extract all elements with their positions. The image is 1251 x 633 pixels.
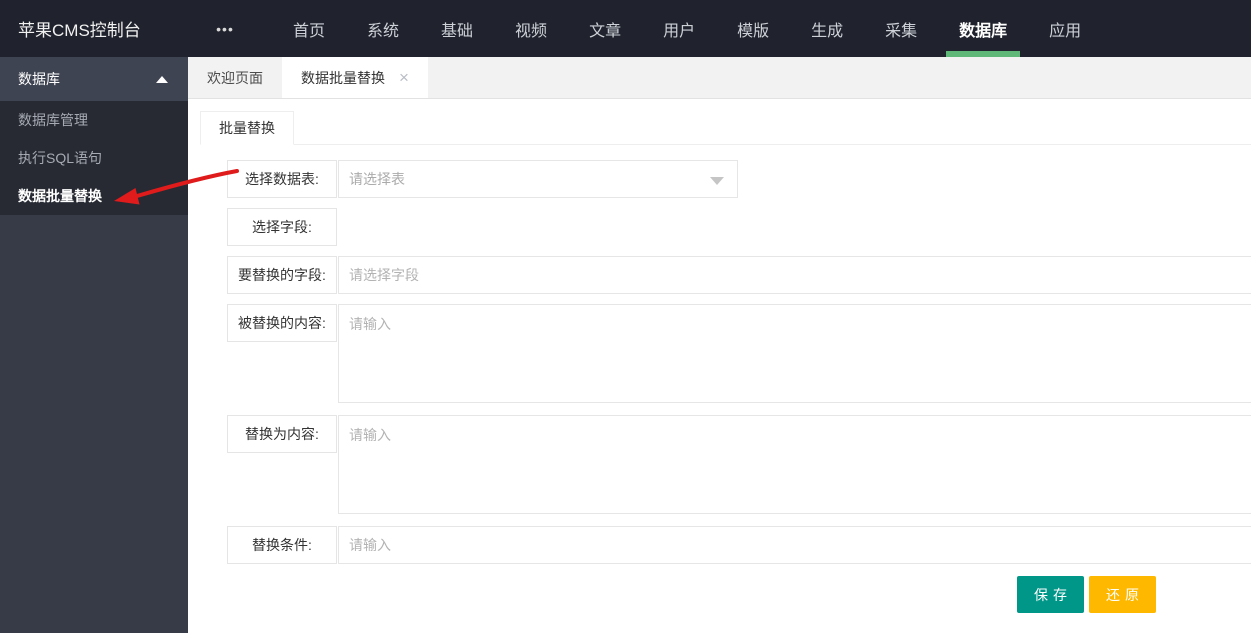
choose-fields-label: 选择字段: <box>227 208 337 246</box>
panel-tab-bar: 批量替换 <box>200 111 1251 145</box>
nav-item-video[interactable]: 视频 <box>494 0 568 57</box>
caret-up-icon <box>156 75 168 83</box>
select-table-label: 选择数据表: <box>227 160 337 198</box>
more-horizontal-icon[interactable]: ••• <box>188 0 262 57</box>
form-row-replaced-content: 被替换的内容: <box>227 304 1251 403</box>
caret-down-icon <box>710 177 724 185</box>
restore-button[interactable]: 还原 <box>1089 576 1156 613</box>
sidebar-item-batch-replace[interactable]: 数据批量替换 <box>0 177 188 215</box>
form-row-replace-condition: 替换条件: <box>227 526 1251 564</box>
nav-item-article[interactable]: 文章 <box>568 0 642 57</box>
nav-item-database[interactable]: 数据库 <box>938 0 1028 57</box>
form-row-replacement-content: 替换为内容: <box>227 415 1251 514</box>
top-nav: 首页 系统 基础 视频 文章 用户 模版 生成 采集 数据库 应用 <box>272 0 1102 57</box>
nav-item-system[interactable]: 系统 <box>346 0 420 57</box>
replace-condition-input[interactable] <box>338 526 1251 564</box>
sidebar-item-exec-sql[interactable]: 执行SQL语句 <box>0 139 188 177</box>
panel-tab-batch-replace[interactable]: 批量替换 <box>200 111 294 145</box>
nav-item-collect[interactable]: 采集 <box>864 0 938 57</box>
form-row-select-table: 选择数据表: 请选择表 <box>227 160 1251 198</box>
batch-replace-form: 选择数据表: 请选择表 选择字段: 要替换的字段: 被替换的内容: <box>227 160 1251 613</box>
nav-item-app[interactable]: 应用 <box>1028 0 1102 57</box>
nav-item-user[interactable]: 用户 <box>642 0 716 57</box>
sidebar-submenu: 数据库管理 执行SQL语句 数据批量替换 <box>0 101 188 215</box>
nav-item-basic[interactable]: 基础 <box>420 0 494 57</box>
nav-item-generate[interactable]: 生成 <box>790 0 864 57</box>
form-row-target-field: 要替换的字段: <box>227 256 1251 294</box>
tab-batch-replace[interactable]: 数据批量替换 × <box>282 57 428 98</box>
table-select[interactable]: 请选择表 <box>338 160 738 198</box>
target-field-label: 要替换的字段: <box>227 256 337 294</box>
tab-welcome-label: 欢迎页面 <box>207 69 263 86</box>
page-tab-bar: 欢迎页面 数据批量替换 × <box>188 57 1251 99</box>
sidebar-group-label: 数据库 <box>18 71 60 87</box>
content-panel: 批量替换 选择数据表: 请选择表 选择字段: 要替换的字段: 被 <box>188 99 1251 613</box>
top-bar: 苹果CMS控制台 ••• 首页 系统 基础 视频 文章 用户 模版 生成 采集 … <box>0 0 1251 57</box>
replacement-content-textarea[interactable] <box>338 415 1251 514</box>
replace-condition-label: 替换条件: <box>227 526 337 564</box>
tab-batch-replace-label: 数据批量替换 <box>301 69 385 86</box>
sidebar-item-database-manage[interactable]: 数据库管理 <box>0 101 188 139</box>
replacement-content-label: 替换为内容: <box>227 415 337 453</box>
table-select-placeholder: 请选择表 <box>349 171 405 187</box>
nav-item-template[interactable]: 模版 <box>716 0 790 57</box>
save-button[interactable]: 保存 <box>1017 576 1084 613</box>
sidebar-group-database[interactable]: 数据库 <box>0 57 188 101</box>
app-logo: 苹果CMS控制台 <box>18 21 141 40</box>
replaced-content-textarea[interactable] <box>338 304 1251 403</box>
main-area: 欢迎页面 数据批量替换 × 批量替换 选择数据表: 请选择表 选择字段: 要替换… <box>188 57 1251 633</box>
form-actions: 保存 还原 <box>227 576 1251 613</box>
close-icon[interactable]: × <box>399 69 409 86</box>
tab-welcome[interactable]: 欢迎页面 <box>188 57 282 98</box>
target-field-input[interactable] <box>338 256 1251 294</box>
replaced-content-label: 被替换的内容: <box>227 304 337 342</box>
nav-item-home[interactable]: 首页 <box>272 0 346 57</box>
form-row-choose-fields: 选择字段: <box>227 208 1251 246</box>
sidebar: 数据库 数据库管理 执行SQL语句 数据批量替换 <box>0 57 188 633</box>
